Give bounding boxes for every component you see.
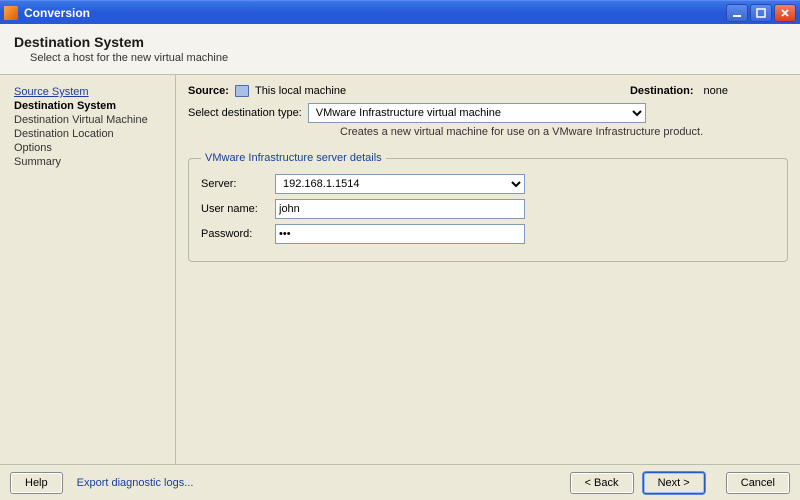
close-button[interactable] xyxy=(774,4,796,22)
wizard-header: Destination System Select a host for the… xyxy=(0,24,800,75)
close-icon xyxy=(780,8,790,18)
source-dest-row: Source: This local machine Destination: … xyxy=(188,85,788,97)
sidebar-item-source-system[interactable]: Source System xyxy=(14,85,167,99)
wizard-steps-sidebar: Source System Destination System Destina… xyxy=(6,75,176,464)
server-select[interactable]: 192.168.1.1514 xyxy=(275,174,525,194)
computer-icon xyxy=(235,85,249,97)
header-subtitle: Select a host for the new virtual machin… xyxy=(30,52,786,64)
source-label: Source: xyxy=(188,85,229,97)
content-panel: Source: This local machine Destination: … xyxy=(176,75,800,464)
destination-label: Destination: xyxy=(630,85,694,97)
maximize-icon xyxy=(756,8,766,18)
server-details-group: VMware Infrastructure server details Ser… xyxy=(188,152,788,262)
sidebar-item-destination-vm: Destination Virtual Machine xyxy=(14,113,167,127)
username-input[interactable] xyxy=(275,199,525,219)
minimize-button[interactable] xyxy=(726,4,748,22)
password-input[interactable] xyxy=(275,224,525,244)
destination-value: none xyxy=(704,85,728,97)
sidebar-item-summary: Summary xyxy=(14,155,167,169)
source-value: This local machine xyxy=(255,85,346,97)
sidebar-item-options: Options xyxy=(14,141,167,155)
cancel-button[interactable]: Cancel xyxy=(726,472,790,494)
header-title: Destination System xyxy=(14,34,786,50)
main-area: Source System Destination System Destina… xyxy=(0,75,800,464)
window-titlebar: Conversion xyxy=(0,0,800,24)
sidebar-item-destination-system: Destination System xyxy=(14,99,167,113)
back-button[interactable]: < Back xyxy=(570,472,634,494)
window-title: Conversion xyxy=(24,6,724,20)
password-label: Password: xyxy=(201,228,275,240)
export-diagnostic-link[interactable]: Export diagnostic logs... xyxy=(77,477,194,489)
destination-type-row: Select destination type: VMware Infrastr… xyxy=(188,103,788,123)
next-button[interactable]: Next > xyxy=(643,472,705,494)
destination-type-label: Select destination type: xyxy=(188,107,302,119)
help-button[interactable]: Help xyxy=(10,472,63,494)
destination-type-select[interactable]: VMware Infrastructure virtual machine xyxy=(308,103,646,123)
server-label: Server: xyxy=(201,178,275,190)
maximize-button[interactable] xyxy=(750,4,772,22)
destination-type-note: Creates a new virtual machine for use on… xyxy=(340,126,788,138)
wizard-footer: Help Export diagnostic logs... < Back Ne… xyxy=(0,464,800,500)
sidebar-item-destination-location: Destination Location xyxy=(14,127,167,141)
server-details-legend: VMware Infrastructure server details xyxy=(201,152,386,164)
minimize-icon xyxy=(732,8,742,18)
app-icon xyxy=(4,6,18,20)
username-label: User name: xyxy=(201,203,275,215)
